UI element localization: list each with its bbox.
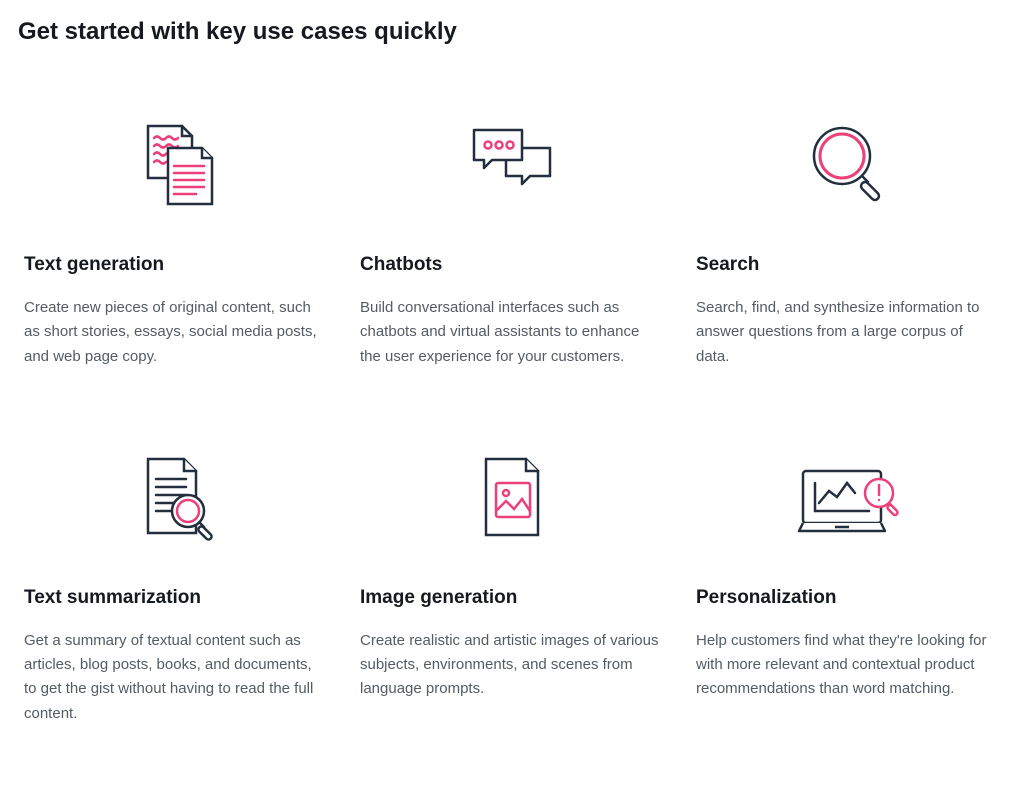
card-title: Text generation	[24, 254, 328, 276]
text-summarization-icon	[24, 449, 328, 549]
card-description: Create new pieces of original content, s…	[24, 296, 328, 369]
card-personalization: Personalization Help customers find what…	[696, 449, 1000, 726]
page-title: Get started with key use cases quickly	[18, 18, 1006, 46]
card-chatbots: Chatbots Build conversational interfaces…	[360, 116, 664, 369]
card-title: Text summarization	[24, 587, 328, 609]
text-generation-icon	[24, 116, 328, 216]
card-title: Image generation	[360, 587, 664, 609]
card-title: Search	[696, 254, 1000, 276]
use-case-grid: Text generation Create new pieces of ori…	[18, 116, 1006, 726]
card-title: Chatbots	[360, 254, 664, 276]
card-description: Help customers find what they're looking…	[696, 629, 1000, 702]
chatbots-icon	[360, 116, 664, 216]
card-text-summarization: Text summarization Get a summary of text…	[24, 449, 328, 726]
card-description: Create realistic and artistic images of …	[360, 629, 664, 702]
personalization-icon	[696, 449, 1000, 549]
card-title: Personalization	[696, 587, 1000, 609]
card-image-generation: Image generation Create realistic and ar…	[360, 449, 664, 726]
card-text-generation: Text generation Create new pieces of ori…	[24, 116, 328, 369]
search-icon	[696, 116, 1000, 216]
card-description: Build conversational interfaces such as …	[360, 296, 664, 369]
card-search: Search Search, find, and synthesize info…	[696, 116, 1000, 369]
image-generation-icon	[360, 449, 664, 549]
card-description: Search, find, and synthesize information…	[696, 296, 1000, 369]
card-description: Get a summary of textual content such as…	[24, 629, 328, 726]
